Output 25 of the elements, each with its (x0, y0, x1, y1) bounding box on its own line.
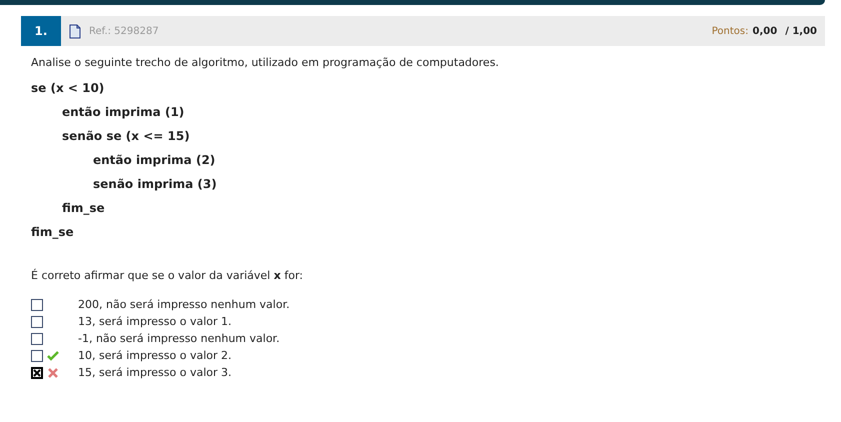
checkbox[interactable] (31, 350, 43, 362)
code-line: fim_se (62, 201, 105, 215)
code-line: senão se (x <= 15) (62, 129, 190, 143)
checkbox[interactable] (31, 333, 43, 345)
checkbox[interactable] (31, 299, 43, 311)
points-value: 0,00 (752, 24, 778, 38)
code-line: então imprima (2) (93, 153, 216, 167)
checkbox[interactable] (31, 367, 43, 379)
option-text: 200, não será impresso nenhum valor. (78, 296, 290, 313)
option-text: -1, não será impresso nenhum valor. (78, 330, 280, 347)
question-number: 1. (21, 16, 61, 46)
document-icon (69, 24, 81, 38)
max-points: / 1,00 (785, 24, 817, 38)
option-text: 15, será impresso o valor 3. (78, 364, 232, 381)
code-line: senão imprima (3) (93, 177, 217, 191)
option-text: 10, será impresso o valor 2. (78, 348, 232, 364)
option-text: 13, será impresso o valor 1. (78, 314, 232, 330)
reference-number: Ref.: 5298287 (89, 24, 159, 38)
code-line: se (x < 10) (31, 81, 104, 95)
points-label: Pontos: (712, 24, 748, 38)
checkbox[interactable] (31, 316, 43, 328)
question-prompt: É correto afirmar que se o valor da variável x for: (31, 268, 304, 284)
question-text: Analise o seguinte trecho de algoritmo, utilizado em programação de computadores. (31, 55, 500, 71)
code-line: então imprima (1) (62, 105, 184, 119)
code-line: fim_se (31, 225, 74, 239)
